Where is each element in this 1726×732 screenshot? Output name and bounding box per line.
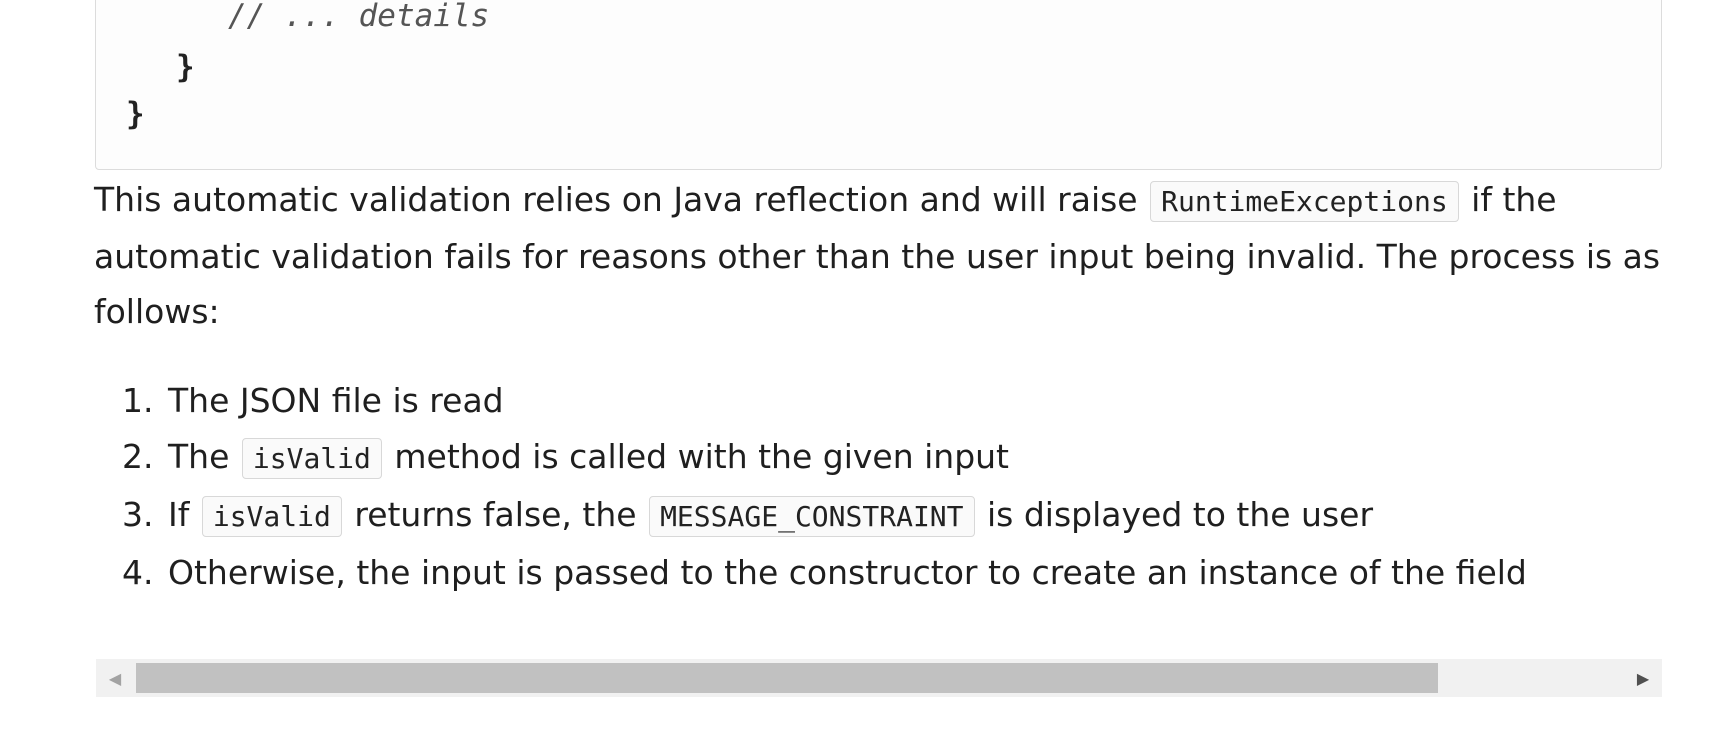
step-3-text-post: is displayed to the user xyxy=(976,495,1374,534)
code-outer-brace: } xyxy=(126,96,145,132)
code-block: // ... details } } xyxy=(95,0,1662,170)
runtime-exceptions-code: RuntimeExceptions xyxy=(1150,181,1459,222)
message-constraint-code: MESSAGE_CONSTRAINT xyxy=(649,496,975,537)
step-4-text: Otherwise, the input is passed to the co… xyxy=(168,553,1527,592)
step-3-text-pre: If xyxy=(168,495,200,534)
horizontal-scrollbar[interactable]: ◀ ▶ xyxy=(96,659,1662,697)
list-item: Otherwise, the input is passed to the co… xyxy=(164,545,1664,601)
paragraph-text-1: This automatic validation relies on Java… xyxy=(94,180,1149,219)
list-item: The JSON file is read xyxy=(164,373,1664,429)
scroll-left-arrow-icon[interactable]: ◀ xyxy=(96,659,134,697)
code-comment-line: // ... details xyxy=(228,0,490,34)
description-paragraph: This automatic validation relies on Java… xyxy=(94,172,1664,339)
step-3-text-mid: returns false, the xyxy=(343,495,648,534)
scroll-right-arrow-icon[interactable]: ▶ xyxy=(1624,659,1662,697)
step-1-text: The JSON file is read xyxy=(168,381,504,420)
isvalid-code: isValid xyxy=(201,496,342,537)
code-inner-brace: } xyxy=(176,49,195,85)
isvalid-code: isValid xyxy=(241,438,382,479)
step-2-text-pre: The xyxy=(168,437,240,476)
list-item: If isValid returns false, the MESSAGE_CO… xyxy=(164,487,1664,545)
process-steps-list: The JSON file is read The isValid method… xyxy=(94,373,1664,601)
step-2-text-post: method is called with the given input xyxy=(383,437,1009,476)
list-item: The isValid method is called with the gi… xyxy=(164,429,1664,487)
scrollbar-thumb[interactable] xyxy=(136,663,1438,693)
